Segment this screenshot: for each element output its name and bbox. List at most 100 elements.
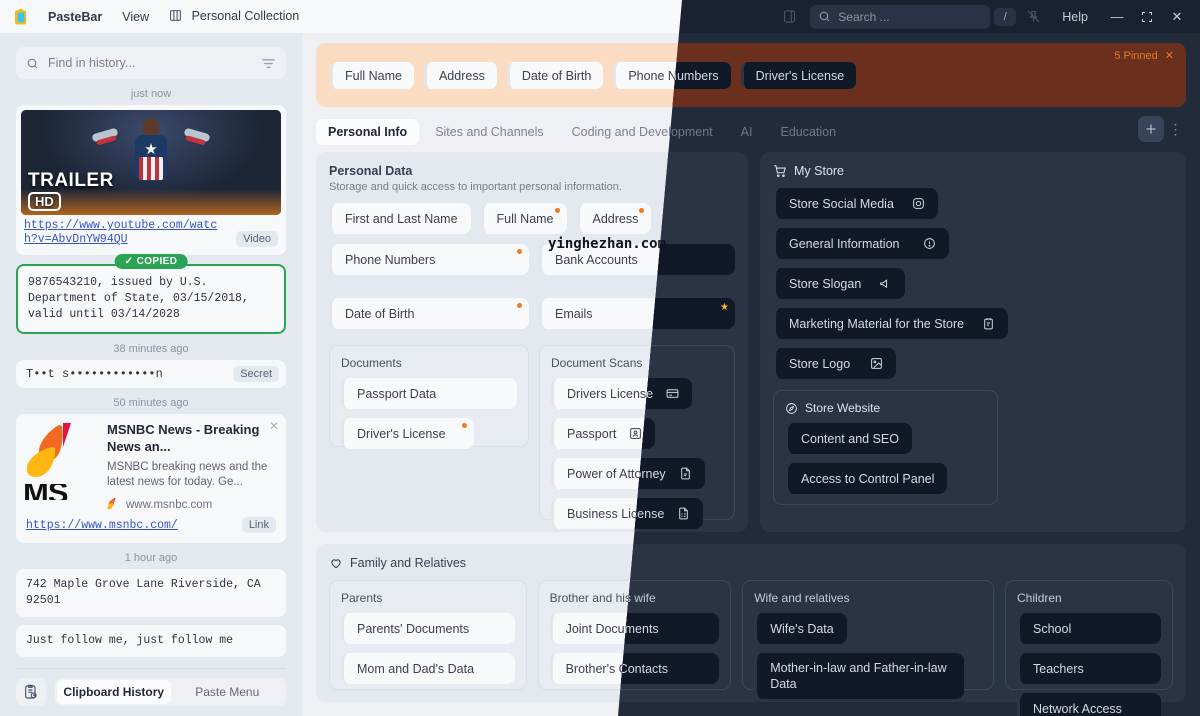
list-item[interactable]: ✕ MS MSNBC News - Breaking News an... MS…	[16, 414, 286, 543]
chip-label: Bank Accounts	[555, 253, 638, 267]
image-icon	[870, 357, 883, 370]
chip-first-and-last-name[interactable]: First and Last Name	[329, 203, 471, 234]
chip-label: Store Slogan	[789, 277, 861, 291]
subpanel-store-website: Store Website Content and SEO Access to …	[773, 390, 998, 505]
search-input[interactable]: Search ...	[810, 5, 990, 29]
contact-icon	[629, 427, 642, 440]
hd-badge: HD	[28, 192, 61, 211]
chip-access-to-control-panel[interactable]: Access to Control Panel	[785, 463, 947, 494]
pinned-status: 5 Pinned ✕	[1114, 49, 1174, 62]
chip-mom-and-dads-data[interactable]: Mom and Dad's Data	[341, 653, 515, 684]
chip-label: Teachers	[1033, 662, 1084, 676]
timestamp-label: just now	[16, 88, 286, 100]
link-site: www.msnbc.com	[126, 499, 212, 511]
chip-store-logo[interactable]: Store Logo	[773, 348, 896, 379]
search-icon	[818, 10, 831, 23]
sidebar-footer: Clipboard History Paste Menu	[16, 668, 286, 706]
chip-phone-numbers[interactable]: Phone Numbers	[329, 244, 529, 275]
peacock-icon	[107, 497, 120, 513]
file-text-icon	[679, 467, 692, 480]
pinned-chip[interactable]: Driver's License	[741, 62, 857, 89]
chip-label: First and Last Name	[345, 212, 458, 226]
chip-passport-scan[interactable]: Passport	[551, 418, 655, 449]
tab-options-button[interactable]: ⋮	[1166, 116, 1186, 142]
chip-label: General Information	[789, 237, 899, 251]
logo-text: MS	[23, 484, 98, 500]
marker-dot	[555, 208, 560, 213]
chip-parents-documents[interactable]: Parents' Documents	[341, 613, 515, 644]
watermark: yinghezhan.com	[548, 236, 666, 252]
store-website-header: Store Website	[785, 401, 986, 415]
chip-teachers[interactable]: Teachers	[1017, 653, 1161, 684]
chip-wifes-data[interactable]: Wife's Data	[754, 613, 847, 644]
clipboard-clock-icon[interactable]	[16, 678, 46, 706]
pinned-chip[interactable]: Full Name	[330, 62, 414, 89]
list-item[interactable]: ✓ COPIED 9876543210, issued by U.S. Depa…	[16, 264, 286, 334]
add-tab-button[interactable]	[1138, 116, 1164, 142]
info-icon	[923, 237, 936, 250]
close-icon[interactable]: ✕	[1165, 49, 1174, 62]
link-url[interactable]: https://www.msnbc.com/	[26, 519, 236, 533]
tab-paste-menu[interactable]: Paste Menu	[171, 680, 285, 704]
peacock-logo: MS	[23, 421, 98, 496]
chip-full-name[interactable]: Full Name	[481, 203, 567, 234]
subpanel-title: Wife and relatives	[754, 591, 982, 605]
close-icon[interactable]: ✕	[1164, 5, 1190, 29]
chip-content-and-seo[interactable]: Content and SEO	[785, 423, 912, 454]
chip-label: Marketing Material for the Store	[789, 317, 964, 331]
chip-address[interactable]: Address	[577, 203, 652, 234]
tab-education[interactable]: Education	[768, 119, 848, 145]
panel-right-icon[interactable]	[776, 5, 802, 29]
tab-ai[interactable]: AI	[729, 119, 765, 145]
chip-network-access[interactable]: Network Access	[1017, 693, 1161, 716]
chip-in-law-data[interactable]: Mother-in-law and Father-in-law Data	[754, 653, 964, 699]
chip-label: Parents' Documents	[357, 622, 469, 636]
chip-label: Store Social Media	[789, 197, 894, 211]
chip-label: Wife's Data	[770, 622, 834, 636]
maximize-icon[interactable]	[1134, 5, 1160, 29]
chip-store-social-media[interactable]: Store Social Media	[773, 188, 938, 219]
chip-label: Network Access	[1033, 702, 1122, 716]
collection-selector[interactable]: Personal Collection	[159, 5, 309, 29]
tab-personal-info[interactable]: Personal Info	[316, 119, 419, 145]
history-search-input[interactable]: Find in history...	[16, 47, 286, 79]
tab-clipboard-history[interactable]: Clipboard History	[57, 680, 171, 704]
chip-marketing-material[interactable]: Marketing Material for the Store	[773, 308, 1008, 339]
list-item[interactable]: ★ TRAILER HD https://www.youtube.com/wat…	[16, 105, 286, 255]
timestamp-label: 38 minutes ago	[16, 343, 286, 355]
timestamp-label: 50 minutes ago	[16, 397, 286, 409]
minimize-icon[interactable]: —	[1104, 5, 1130, 29]
check-icon: ✓	[125, 256, 134, 267]
list-item[interactable]: Just follow me, just follow me	[16, 625, 286, 657]
marker-dot	[462, 423, 467, 428]
tab-sites-and-channels[interactable]: Sites and Channels	[423, 119, 555, 145]
chip-label: Emails	[555, 307, 593, 321]
chip-label: Address	[593, 212, 639, 226]
copied-badge: ✓ COPIED	[115, 254, 188, 269]
help-button[interactable]: Help	[1050, 10, 1100, 24]
chip-general-information[interactable]: General Information	[773, 228, 949, 259]
id-card-icon	[666, 387, 679, 400]
chip-store-slogan[interactable]: Store Slogan	[773, 268, 905, 299]
pinned-chip[interactable]: Address	[424, 62, 497, 89]
pinned-chip[interactable]: Date of Birth	[507, 62, 603, 89]
chip-passport-data[interactable]: Passport Data	[341, 378, 517, 409]
chip-school[interactable]: School	[1017, 613, 1161, 644]
chip-label: School	[1033, 622, 1071, 636]
pin-off-icon[interactable]	[1020, 5, 1046, 29]
chip-date-of-birth[interactable]: Date of Birth	[329, 298, 529, 329]
menu-view[interactable]: View	[112, 6, 159, 28]
chip-drivers-license[interactable]: Driver's License	[341, 418, 474, 449]
filter-icon[interactable]	[261, 57, 276, 70]
list-item[interactable]: T••t s••••••••••••n Secret	[16, 360, 286, 388]
panel-my-store: My Store Store Social Media General Info…	[760, 152, 1186, 532]
list-item[interactable]: 742 Maple Grove Lane Riverside, CA 92501	[16, 569, 286, 617]
video-url-link[interactable]: https://www.youtube.com/watch?v=AbvDnYW9…	[24, 219, 230, 247]
my-store-header: My Store	[773, 164, 1173, 178]
marker-dot	[517, 249, 522, 254]
chip-label: Content and SEO	[801, 432, 899, 446]
subpanel-title: Children	[1017, 591, 1161, 605]
close-icon[interactable]: ✕	[269, 419, 279, 433]
subpanel-wife-and-relatives: Wife and relatives Wife's Data Mother-in…	[742, 580, 994, 690]
chip-label: Mom and Dad's Data	[357, 662, 474, 676]
